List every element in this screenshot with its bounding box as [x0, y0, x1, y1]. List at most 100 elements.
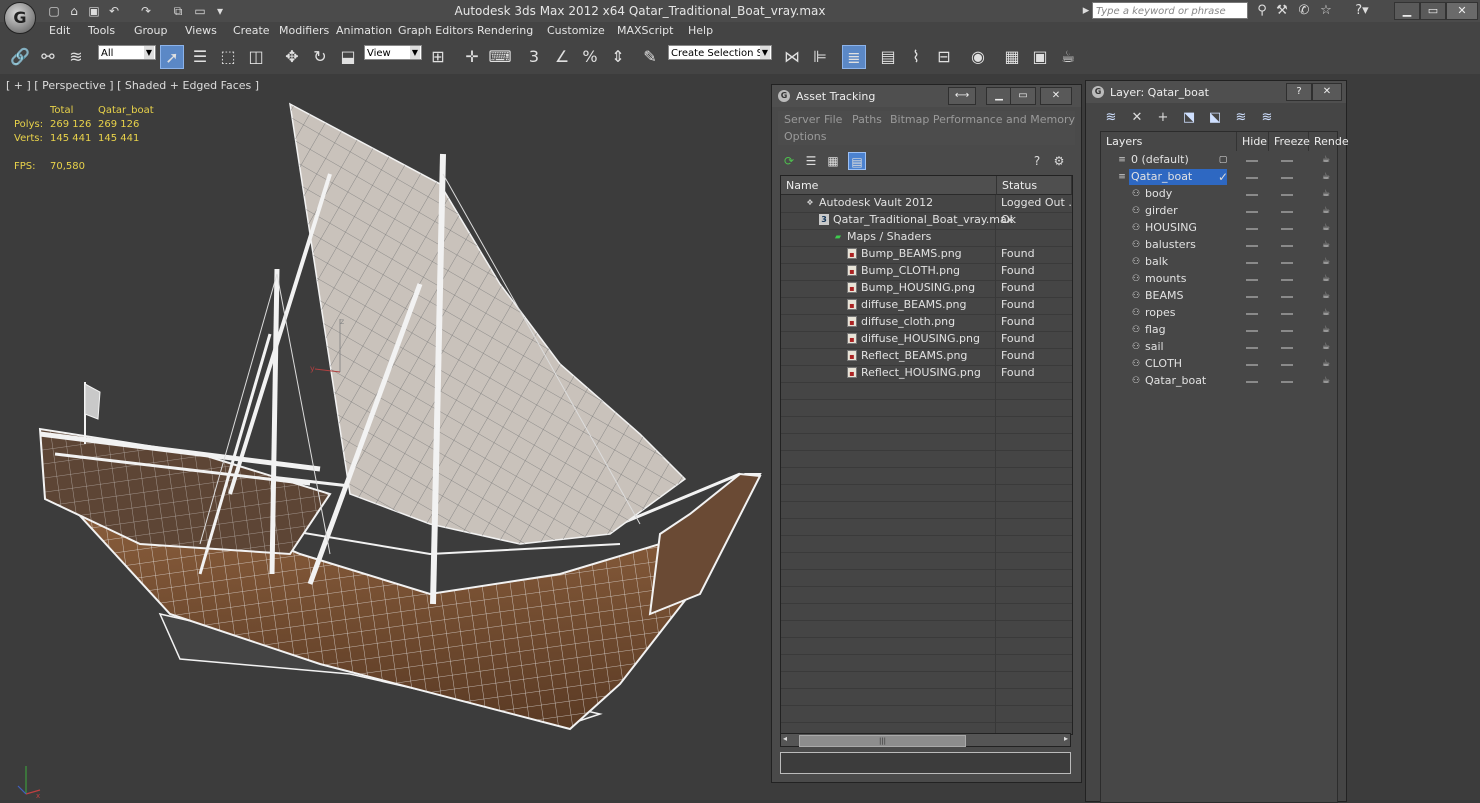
render-teapot-icon[interactable]: ☕ — [1321, 308, 1331, 318]
render-teapot-icon[interactable]: ☕ — [1321, 359, 1331, 369]
layer-name[interactable]: CLOTH — [1143, 356, 1184, 372]
select-objects-in-layer-icon[interactable]: ⬔ — [1180, 109, 1198, 127]
menu-rendering[interactable]: Rendering — [477, 24, 533, 37]
hide-toggle[interactable] — [1246, 160, 1258, 162]
move-icon[interactable]: ✥ — [280, 45, 304, 69]
layer-name[interactable]: BEAMS — [1143, 288, 1186, 304]
asset-menu-options[interactable]: Options — [784, 130, 826, 143]
layer-row[interactable]: ⚇ sail ☕ — [1101, 339, 1337, 356]
render-teapot-icon[interactable]: ☕ — [1321, 240, 1331, 250]
asset-tracking-window[interactable]: G Asset Tracking ⟷ ▁ ▭ ✕ Server File Pat… — [771, 84, 1082, 783]
refresh-icon[interactable]: ⟳ — [780, 152, 798, 170]
layer-row[interactable]: ⚇ mounts ☕ — [1101, 271, 1337, 288]
layer-manager-window[interactable]: G Layer: Qatar_boat ? ✕ ≋ ✕ + ⬔ ⬕ ≋ ≋ La… — [1085, 80, 1349, 803]
render-teapot-icon[interactable]: ☕ — [1321, 325, 1331, 335]
layer-title-bar[interactable]: G Layer: Qatar_boat ? ✕ — [1086, 81, 1346, 103]
menu-create[interactable]: Create — [233, 24, 270, 37]
menu-tools[interactable]: Tools — [88, 24, 115, 37]
layer-name[interactable]: Qatar_boat — [1129, 169, 1227, 185]
render-teapot-icon[interactable]: ☕ — [1321, 223, 1331, 233]
render-teapot-icon[interactable]: ☕ — [1321, 257, 1331, 267]
freeze-toggle[interactable] — [1281, 160, 1293, 162]
column-header-name[interactable]: Name — [781, 176, 997, 195]
rotate-icon[interactable]: ↻ — [308, 45, 332, 69]
layer-row[interactable]: ⚇ Qatar_boat ☕ — [1101, 373, 1337, 390]
render-teapot-icon[interactable]: ☕ — [1321, 342, 1331, 352]
snaps-toggle-icon[interactable]: 3 — [522, 45, 546, 69]
asset-status-field[interactable] — [780, 752, 1071, 774]
asset-row[interactable]: ▪ Reflect_BEAMS.png Found — [781, 348, 1072, 366]
freeze-toggle[interactable] — [1281, 245, 1293, 247]
delete-layer-icon[interactable]: ✕ — [1128, 109, 1146, 127]
asset-settings-icon[interactable]: ⚙ — [1050, 152, 1068, 170]
favorites-star-icon[interactable]: ☆ — [1318, 3, 1334, 19]
angle-snap-icon[interactable]: ∠ — [550, 45, 574, 69]
layer-name[interactable]: girder — [1143, 203, 1180, 219]
select-object-icon[interactable]: ➚ — [160, 45, 184, 69]
menu-help[interactable]: Help — [688, 24, 713, 37]
freeze-toggle[interactable] — [1281, 364, 1293, 366]
freeze-toggle[interactable] — [1281, 313, 1293, 315]
binoculars-icon[interactable]: ⚲ — [1254, 3, 1270, 19]
search-input[interactable]: Type a keyword or phrase — [1092, 2, 1248, 19]
boat-wireframe-model[interactable]: z y x — [0, 74, 780, 800]
layer-row[interactable]: ⚇ HOUSING ☕ — [1101, 220, 1337, 237]
layer-name[interactable]: flag — [1143, 322, 1168, 338]
select-by-name-icon[interactable]: ☰ — [188, 45, 212, 69]
hide-all-layers-icon[interactable]: ≋ — [1232, 109, 1250, 127]
percent-snap-icon[interactable]: % — [578, 45, 602, 69]
asset-maximize-button[interactable]: ▭ — [1010, 87, 1036, 105]
menu-animation[interactable]: Animation — [336, 24, 392, 37]
rendered-frame-window-icon[interactable]: ▣ — [1028, 45, 1052, 69]
schematic-view-icon[interactable]: ⊟ — [932, 45, 956, 69]
freeze-toggle[interactable] — [1281, 381, 1293, 383]
hide-toggle[interactable] — [1246, 194, 1258, 196]
scroll-right-icon[interactable]: ▸ — [1064, 734, 1068, 743]
layer-name[interactable]: sail — [1143, 339, 1166, 355]
window-crossing-icon[interactable]: ◫ — [244, 45, 268, 69]
asset-close-button[interactable]: ✕ — [1040, 87, 1072, 105]
freeze-toggle[interactable] — [1281, 279, 1293, 281]
asset-row[interactable]: ▪ diffuse_BEAMS.png Found — [781, 297, 1072, 315]
render-teapot-icon[interactable]: ☕ — [1321, 172, 1331, 182]
freeze-toggle[interactable] — [1281, 347, 1293, 349]
hide-toggle[interactable] — [1246, 245, 1258, 247]
scrollbar-thumb[interactable]: ||| — [799, 735, 966, 747]
asset-menu-paths[interactable]: Paths — [852, 113, 882, 126]
asset-tracking-table[interactable]: Name Status ❖ Autodesk Vault 2012 Logged O… — [780, 175, 1073, 735]
layer-row[interactable]: ≡ Qatar_boat ✓ ☕ — [1101, 169, 1337, 186]
layer-row[interactable]: ⚇ balk ☕ — [1101, 254, 1337, 271]
render-setup-icon[interactable]: ▦ — [1000, 45, 1024, 69]
asset-row[interactable]: ▪ Bump_CLOTH.png Found — [781, 263, 1072, 281]
layer-help-button[interactable]: ? — [1286, 83, 1312, 101]
highlight-selected-layer-icon[interactable]: ⬕ — [1206, 109, 1224, 127]
layer-row[interactable]: ≡ 0 (default) ▢ ☕ — [1101, 152, 1337, 169]
render-teapot-icon[interactable]: ☕ — [1321, 376, 1331, 386]
render-teapot-icon[interactable]: ☕ — [1321, 291, 1331, 301]
menu-modifiers[interactable]: Modifiers — [279, 24, 329, 37]
layer-name[interactable]: 0 (default) — [1129, 152, 1191, 168]
render-teapot-icon[interactable]: ☕ — [1321, 206, 1331, 216]
asset-row[interactable]: ❖ Autodesk Vault 2012 Logged Out ... — [781, 195, 1072, 213]
select-manipulate-icon[interactable]: ✛ — [460, 45, 484, 69]
spinner-snap-icon[interactable]: ⇕ — [606, 45, 630, 69]
keyboard-shortcut-override-icon[interactable]: ⌨ — [488, 45, 512, 69]
list-view-icon[interactable]: ☰ — [802, 152, 820, 170]
asset-tracking-title-bar[interactable]: G Asset Tracking ⟷ ▁ ▭ ✕ — [772, 85, 1081, 107]
render-teapot-icon[interactable]: ☕ — [1321, 189, 1331, 199]
menu-views[interactable]: Views — [185, 24, 217, 37]
minimize-button[interactable]: ▁ — [1394, 2, 1420, 20]
freeze-toggle[interactable] — [1281, 211, 1293, 213]
subscription-icon[interactable]: ⚒ — [1274, 3, 1290, 19]
column-header-freeze[interactable]: Freeze — [1269, 132, 1310, 151]
layer-row[interactable]: ⚇ balusters ☕ — [1101, 237, 1337, 254]
hide-toggle[interactable] — [1246, 279, 1258, 281]
scroll-left-icon[interactable]: ◂ — [783, 734, 787, 743]
hide-toggle[interactable] — [1246, 262, 1258, 264]
layer-manager-icon[interactable]: ≣ — [842, 45, 866, 69]
column-header-layers[interactable]: Layers — [1101, 132, 1237, 151]
table-view-icon[interactable]: ▤ — [848, 152, 866, 170]
hide-toggle[interactable] — [1246, 228, 1258, 230]
layer-name[interactable]: body — [1143, 186, 1174, 202]
layer-row[interactable]: ⚇ CLOTH ☕ — [1101, 356, 1337, 373]
